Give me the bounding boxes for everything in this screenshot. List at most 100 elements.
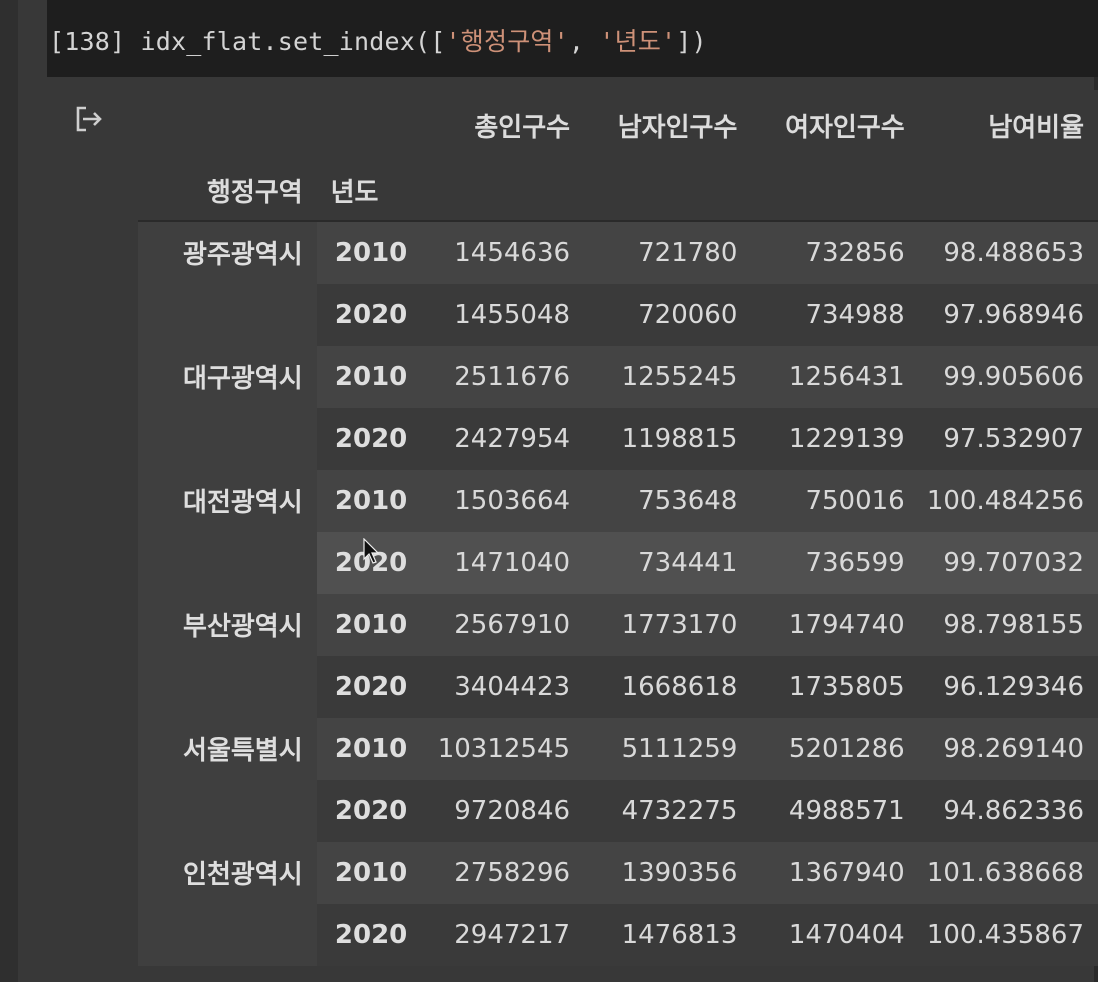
table-cell: 4988571 xyxy=(749,780,917,842)
table-cell: 1454636 xyxy=(421,221,583,284)
table-cell: 9720846 xyxy=(421,780,583,842)
table-cell: 97.532907 xyxy=(916,408,1098,470)
table-cell: 1455048 xyxy=(421,284,583,346)
year-index-cell: 2010 xyxy=(316,470,422,532)
year-index-cell: 2020 xyxy=(316,656,422,718)
table-cell: 5201286 xyxy=(749,718,917,780)
table-body: 광주광역시 2010 1454636 721780 732856 98.488653 202… xyxy=(138,221,1098,966)
year-index-cell: 2020 xyxy=(316,780,422,842)
code-cell[interactable]: [138] idx_flat.set_index(['행정구역', '년도']) xyxy=(47,0,1098,77)
table-row: 인천광역시 2010 2758296 1390356 1367940 101.638668 xyxy=(138,842,1098,966)
table-cell: 2567910 xyxy=(421,594,583,656)
code-prefix: idx_flat.set_index([ xyxy=(125,27,446,56)
dataframe-table: 총인구수 남자인구수 여자인구수 남여비율 행정구역 년도 광주광역시 2010 1… xyxy=(138,90,1098,966)
header-blank xyxy=(138,90,317,160)
table-cell: 99.905606 xyxy=(916,346,1098,408)
year-index-cell: 2010 xyxy=(316,346,422,408)
region-index-cell: 서울특별시 xyxy=(138,718,317,842)
table-cell: 721780 xyxy=(582,221,750,284)
table-cell: 2427954 xyxy=(421,408,583,470)
table-cell: 2947217 xyxy=(421,904,583,966)
table-row: 대전광역시 2010 1503664 753648 750016 100.484256 xyxy=(138,470,1098,594)
table-cell: 101.638668 xyxy=(916,842,1098,904)
year-index-cell: 2020 xyxy=(316,904,422,966)
table-row: 부산광역시 2010 2567910 1773170 1794740 98.798155 xyxy=(138,594,1098,718)
header-blank xyxy=(316,90,422,160)
table-cell: 1367940 xyxy=(749,842,917,904)
year-index-cell: 2020 xyxy=(316,284,422,346)
table-cell: 720060 xyxy=(582,284,750,346)
left-gutter xyxy=(0,0,18,982)
year-index-cell: 2010 xyxy=(316,842,422,904)
table-cell: 10312545 xyxy=(421,718,583,780)
execution-count: [138] xyxy=(49,27,126,56)
region-index-cell: 인천광역시 xyxy=(138,842,317,966)
table-cell: 99.707032 xyxy=(916,532,1098,594)
table-cell: 1735805 xyxy=(749,656,917,718)
table-cell: 1503664 xyxy=(421,470,583,532)
table-cell: 750016 xyxy=(749,470,917,532)
table-cell: 2511676 xyxy=(421,346,583,408)
table-row: 광주광역시 2010 1454636 721780 732856 98.488653 xyxy=(138,221,1098,346)
code-string-2: '년도' xyxy=(599,27,677,56)
table-cell: 5111259 xyxy=(582,718,750,780)
year-index-cell: 2020 xyxy=(316,408,422,470)
table-cell: 1256431 xyxy=(749,346,917,408)
table-cell: 753648 xyxy=(582,470,750,532)
mouse-cursor-icon xyxy=(363,537,380,566)
table-cell: 98.488653 xyxy=(916,221,1098,284)
table-cell: 732856 xyxy=(749,221,917,284)
table-cell: 2758296 xyxy=(421,842,583,904)
table-cell: 1471040 xyxy=(421,532,583,594)
table-cell: 94.862336 xyxy=(916,780,1098,842)
region-index-cell: 부산광역시 xyxy=(138,594,317,718)
table-cell: 98.798155 xyxy=(916,594,1098,656)
year-index-cell: 2010 xyxy=(316,718,422,780)
output-area: 총인구수 남자인구수 여자인구수 남여비율 행정구역 년도 광주광역시 2010 1… xyxy=(138,90,1098,966)
table-row: 서울특별시 2010 10312545 5111259 5201286 98.269140 xyxy=(138,718,1098,842)
table-cell: 97.968946 xyxy=(916,284,1098,346)
table-cell: 734988 xyxy=(749,284,917,346)
table-cell: 1794740 xyxy=(749,594,917,656)
index-name-row: 행정구역 년도 xyxy=(138,160,1098,222)
header-blank xyxy=(749,160,917,222)
region-index-cell: 광주광역시 xyxy=(138,221,317,346)
column-header-row: 총인구수 남자인구수 여자인구수 남여비율 xyxy=(138,90,1098,160)
column-header: 남자인구수 xyxy=(582,90,750,160)
table-row: 대구광역시 2010 2511676 1255245 1256431 99.905606 xyxy=(138,346,1098,470)
header-blank xyxy=(582,160,750,222)
code-suffix: ]) xyxy=(676,27,707,56)
table-cell: 1198815 xyxy=(582,408,750,470)
year-index-cell: 2010 xyxy=(316,594,422,656)
table-cell: 1668618 xyxy=(582,656,750,718)
table-cell: 96.129346 xyxy=(916,656,1098,718)
table-cell: 1773170 xyxy=(582,594,750,656)
table-cell: 1229139 xyxy=(749,408,917,470)
table-cell: 3404423 xyxy=(421,656,583,718)
table-cell: 98.269140 xyxy=(916,718,1098,780)
table-cell: 1390356 xyxy=(582,842,750,904)
code-line[interactable]: [138] idx_flat.set_index(['행정구역', '년도']) xyxy=(49,22,707,58)
column-header: 남여비율 xyxy=(916,90,1098,160)
code-string-1: '행정구역' xyxy=(445,27,569,56)
region-index-cell: 대구광역시 xyxy=(138,346,317,470)
column-header: 총인구수 xyxy=(421,90,583,160)
year-index-cell: 2010 xyxy=(316,221,422,284)
notebook-page: [138] idx_flat.set_index(['행정구역', '년도'])… xyxy=(0,0,1098,982)
code-separator: , xyxy=(568,27,600,56)
table-cell: 1470404 xyxy=(749,904,917,966)
table-cell: 734441 xyxy=(582,532,750,594)
region-index-cell: 대전광역시 xyxy=(138,470,317,594)
table-cell: 736599 xyxy=(749,532,917,594)
column-header: 여자인구수 xyxy=(749,90,917,160)
index-name: 행정구역 xyxy=(138,160,317,222)
table-cell: 1255245 xyxy=(582,346,750,408)
table-cell: 1476813 xyxy=(582,904,750,966)
header-blank xyxy=(916,160,1098,222)
table-cell: 100.484256 xyxy=(916,470,1098,532)
table-cell: 4732275 xyxy=(582,780,750,842)
output-redirect-icon[interactable] xyxy=(72,104,104,134)
header-blank xyxy=(421,160,583,222)
index-name: 년도 xyxy=(316,160,422,222)
table-cell: 100.435867 xyxy=(916,904,1098,966)
